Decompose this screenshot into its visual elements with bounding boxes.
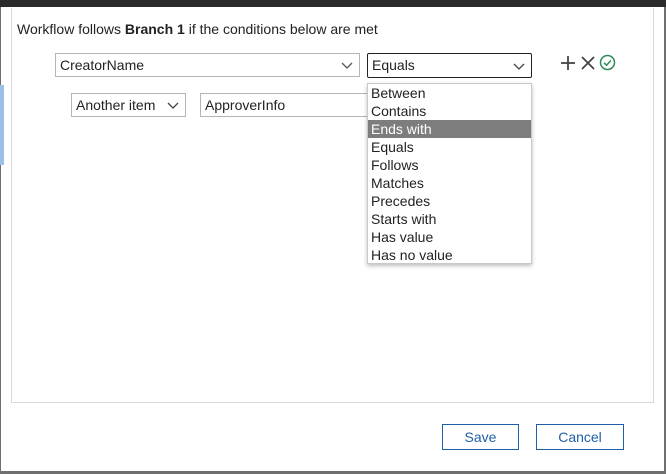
operator-dropdown-list: Between Contains Ends with Equals Follow… xyxy=(367,83,532,264)
field-select-value: CreatorName xyxy=(60,57,145,73)
operator-option-contains[interactable]: Contains xyxy=(368,102,531,120)
cancel-button[interactable]: Cancel xyxy=(536,424,624,450)
save-button[interactable]: Save xyxy=(442,424,519,450)
plus-icon[interactable] xyxy=(560,55,576,71)
branch-name: Branch 1 xyxy=(124,21,185,37)
chevron-down-icon xyxy=(167,102,179,109)
chevron-down-icon xyxy=(341,62,353,69)
dialog-header: Workflow follows Branch 1 if the conditi… xyxy=(17,21,378,37)
operator-option-between[interactable]: Between xyxy=(368,84,531,102)
window-top-bar xyxy=(0,0,666,7)
background-page-edge xyxy=(0,85,4,165)
check-circle-icon[interactable] xyxy=(599,54,616,71)
operator-option-follows[interactable]: Follows xyxy=(368,156,531,174)
condition-dialog: Workflow follows Branch 1 if the conditi… xyxy=(1,7,664,471)
source-select-value: Another item xyxy=(76,97,156,113)
header-prefix: Workflow follows xyxy=(17,21,121,37)
operator-option-equals[interactable]: Equals xyxy=(368,138,531,156)
target-field-value: ApproverInfo xyxy=(205,97,286,113)
source-select[interactable]: Another item xyxy=(71,93,186,117)
target-field-input[interactable]: ApproverInfo xyxy=(200,93,368,117)
field-select[interactable]: CreatorName xyxy=(55,53,360,77)
header-suffix: if the conditions below are met xyxy=(188,21,378,37)
chevron-down-icon xyxy=(513,63,525,70)
operator-option-has-no-value[interactable]: Has no value xyxy=(368,246,531,264)
operator-option-precedes[interactable]: Precedes xyxy=(368,192,531,210)
operator-option-ends-with[interactable]: Ends with xyxy=(368,120,531,138)
operator-option-starts-with[interactable]: Starts with xyxy=(368,210,531,228)
operator-option-has-value[interactable]: Has value xyxy=(368,228,531,246)
operator-select-value: Equals xyxy=(372,57,415,73)
operator-option-matches[interactable]: Matches xyxy=(368,174,531,192)
operator-select[interactable]: Equals xyxy=(367,53,532,78)
close-icon[interactable] xyxy=(581,56,595,70)
